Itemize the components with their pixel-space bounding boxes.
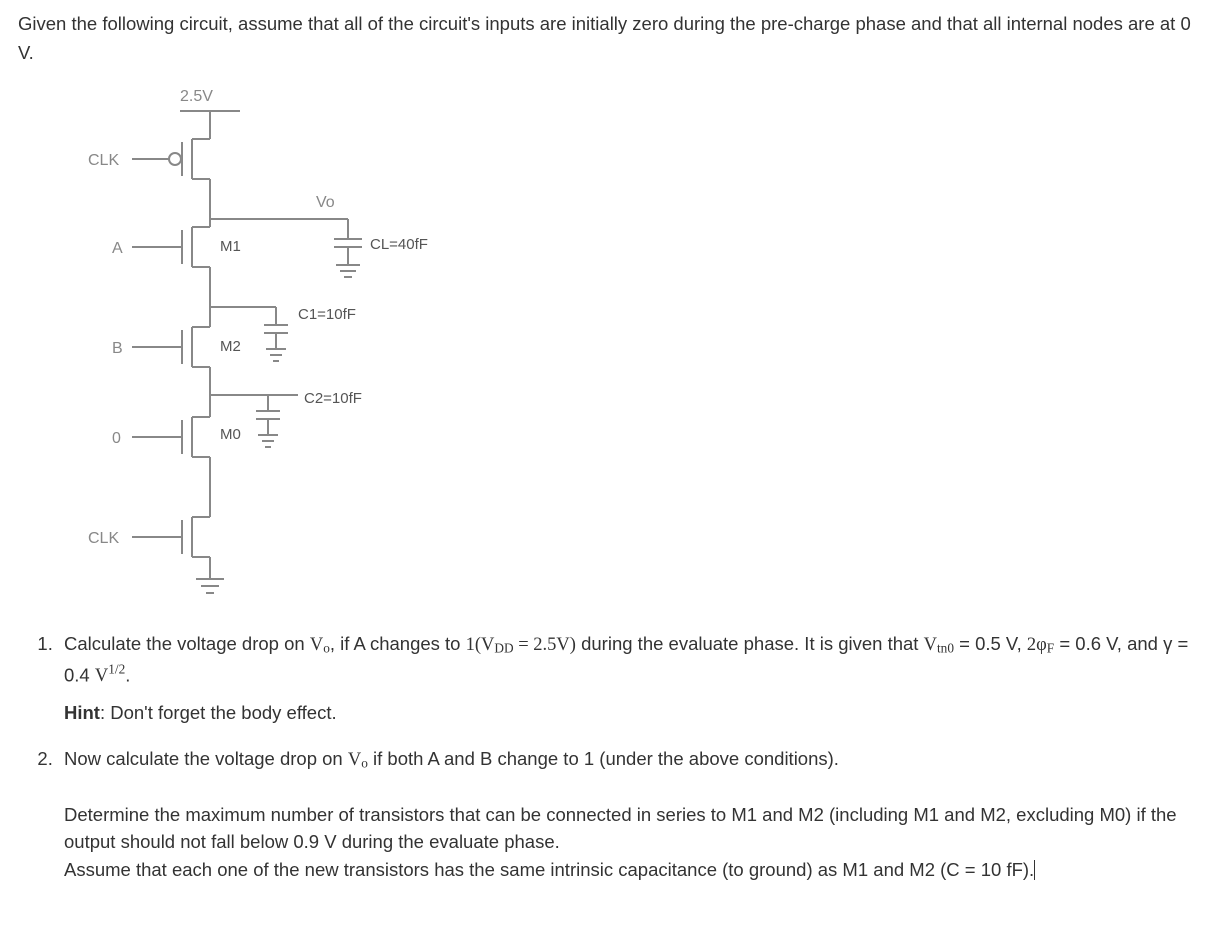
label-cl: CL=40fF [370, 236, 428, 253]
label-m1: M1 [220, 238, 241, 255]
q1-tn-sub: tn0 [937, 641, 954, 656]
q1-hint-label: Hint [64, 702, 100, 723]
q2-vo: V [348, 750, 361, 770]
label-0: 0 [112, 430, 121, 447]
question-list: Calculate the voltage drop on Vo, if A c… [18, 630, 1206, 884]
label-b: B [112, 340, 123, 357]
q1-text-c: during the evaluate phase. It is given t… [576, 633, 924, 654]
q1-text-a: Calculate the voltage drop on [64, 633, 310, 654]
label-m0: M0 [220, 426, 241, 443]
circuit-svg: 2.5V CLK A B 0 CLK M1 M2 M0 Vo CL=40fF C… [52, 79, 432, 609]
q1-vdd: 1(V [466, 635, 495, 655]
intro-text: Given the following circuit, assume that… [18, 10, 1206, 67]
q1-text-f: . [125, 664, 130, 685]
q1-text-d: = 0.5 V, [954, 633, 1027, 654]
q1-hint: Hint: Don't forget the body effect. [64, 699, 1206, 727]
circuit-diagram: 2.5V CLK A B 0 CLK M1 M2 M0 Vo CL=40fF C… [52, 79, 1206, 614]
q1-eq25: = 2.5V) [514, 635, 576, 655]
question-2: Now calculate the voltage drop on Vo if … [58, 745, 1206, 884]
label-vdd: 2.5V [180, 88, 213, 105]
q2-vo-sub: o [361, 755, 368, 770]
label-m2: M2 [220, 338, 241, 355]
q1-vtn: V [924, 635, 937, 655]
q2-para-1: Determine the maximum number of transist… [64, 801, 1206, 857]
label-vo: Vo [316, 194, 335, 211]
question-1: Calculate the voltage drop on Vo, if A c… [58, 630, 1206, 727]
q1-2phi: 2φ [1027, 635, 1047, 655]
label-clk-bot: CLK [88, 530, 119, 547]
q1-text-b: , if A changes to [330, 633, 466, 654]
q1-dd-sub: DD [494, 641, 513, 656]
q2-text-a: Now calculate the voltage drop on [64, 748, 348, 769]
label-c2: C2=10fF [304, 390, 362, 407]
q1-vhalf: V [95, 666, 108, 686]
label-clk-top: CLK [88, 152, 119, 169]
q2-para-2: Assume that each one of the new transist… [64, 856, 1206, 884]
page: Given the following circuit, assume that… [0, 0, 1224, 948]
label-a: A [112, 240, 123, 257]
text-cursor-icon [1034, 860, 1035, 880]
q1-vo: V [310, 635, 323, 655]
q2-para-2-text: Assume that each one of the new transist… [64, 859, 1034, 880]
label-c1: C1=10fF [298, 306, 356, 323]
q2-text-b: if both A and B change to 1 (under the a… [368, 748, 839, 769]
q1-hint-text: : Don't forget the body effect. [100, 702, 337, 723]
q1-vo-sub: o [323, 641, 330, 656]
q1-half-sup: 1/2 [108, 662, 125, 677]
